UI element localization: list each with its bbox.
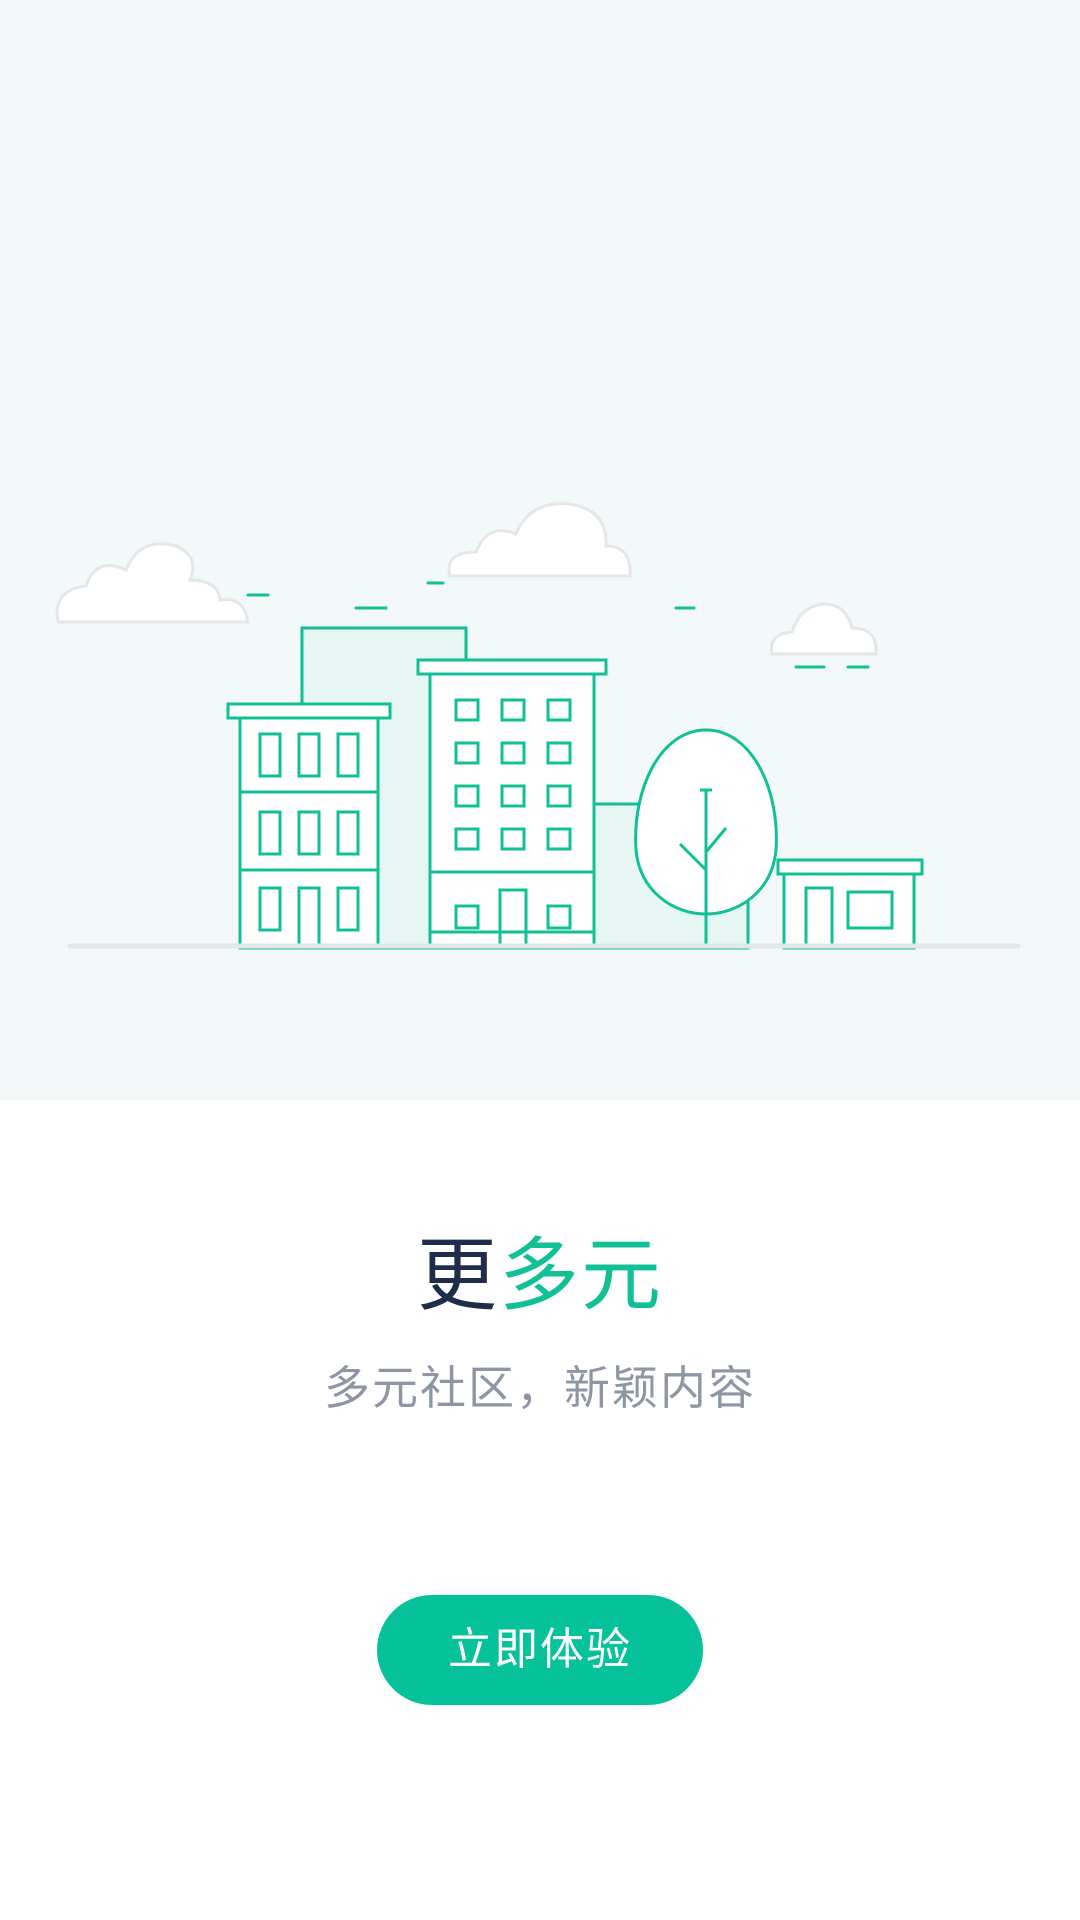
title-dark-part: 更 [417,1229,499,1322]
title-accent-part: 多元 [499,1229,663,1322]
building-icon [416,658,608,950]
cloud-icon [447,502,632,578]
hero-illustration-area [0,0,1080,1100]
cloud-icon [769,602,878,656]
city-illustration [55,502,1021,950]
house-icon [776,858,924,950]
cloud-icon [55,542,250,624]
building-icon [226,702,392,950]
page-title: 更多元 [0,1226,1080,1326]
onboarding-screen: 更多元 多元社区，新颖内容 立即体验 [0,0,1080,1920]
page-subtitle: 多元社区，新颖内容 [324,1361,756,1415]
start-experience-button[interactable]: 立即体验 [377,1595,703,1705]
